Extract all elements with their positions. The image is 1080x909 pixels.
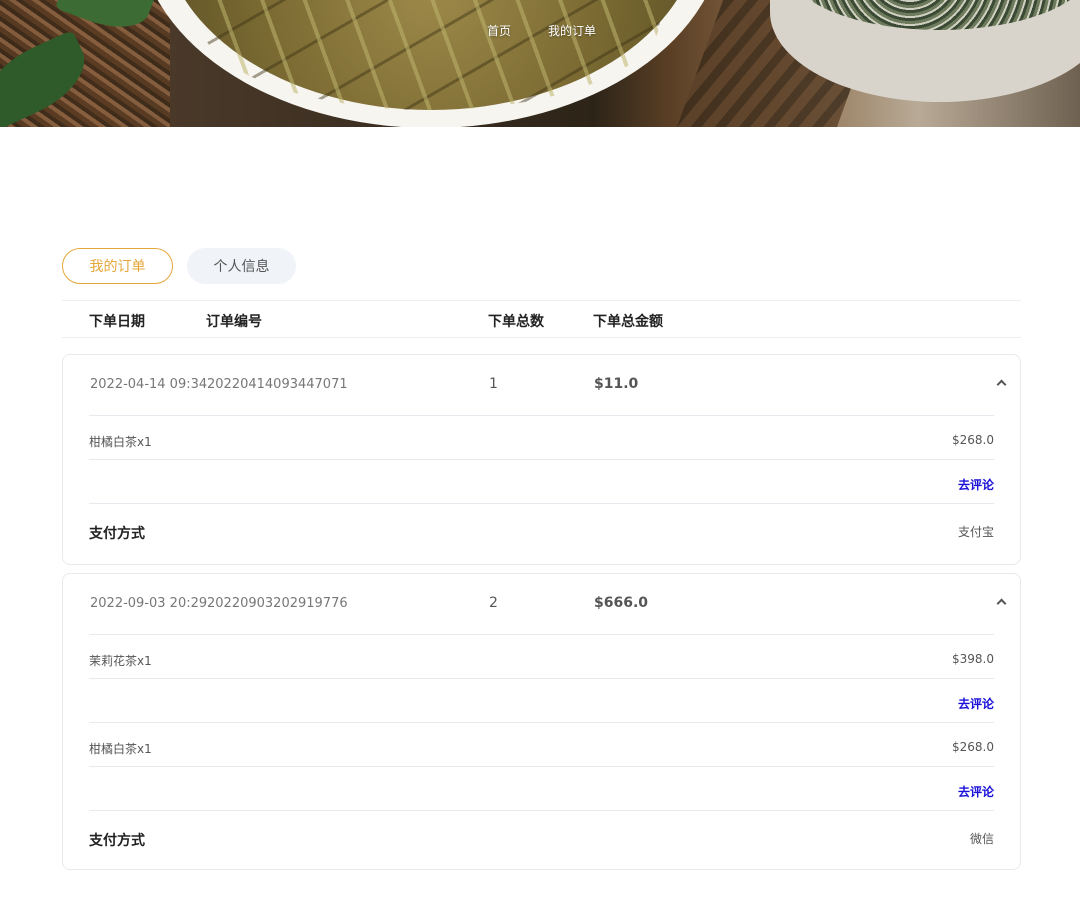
review-row: 去评论 bbox=[89, 459, 994, 503]
item-name: 茉莉花茶x1 bbox=[89, 654, 152, 668]
order-summary-row[interactable]: 2022-04-14 09:34 20220414093447071 1 $11… bbox=[63, 355, 1020, 415]
order-date: 2022-09-03 20:29 bbox=[90, 596, 208, 611]
header-order-number: 订单编号 bbox=[206, 314, 262, 330]
review-row: 去评论 bbox=[89, 678, 994, 722]
review-row: 去评论 bbox=[89, 766, 994, 810]
dry-tea-leaves bbox=[790, 0, 1080, 30]
order-count: 2 bbox=[489, 595, 498, 611]
tab-my-orders[interactable]: 我的订单 bbox=[62, 248, 173, 284]
order-item-row: 柑橘白茶x1 $268.0 bbox=[89, 415, 994, 459]
order-summary-row[interactable]: 2022-09-03 20:29 20220903202919776 2 $66… bbox=[63, 574, 1020, 634]
order-count: 1 bbox=[489, 376, 498, 392]
payment-method: 支付宝 bbox=[957, 525, 994, 539]
nav-orders-link[interactable]: 我的订单 bbox=[548, 22, 596, 39]
review-button[interactable]: 去评论 bbox=[958, 695, 994, 712]
orders-table-header: 下单日期 订单编号 下单总数 下单总金额 bbox=[62, 300, 1021, 338]
collapse-chevron-up-icon[interactable] bbox=[996, 377, 1006, 387]
header-order-total: 下单总金额 bbox=[593, 314, 663, 330]
order-total: $11.0 bbox=[594, 376, 639, 392]
payment-row: 支付方式 微信 bbox=[89, 810, 994, 872]
order-card: 2022-09-03 20:29 20220903202919776 2 $66… bbox=[62, 573, 1021, 870]
order-date: 2022-04-14 09:34 bbox=[90, 377, 208, 392]
tab-profile[interactable]: 个人信息 bbox=[187, 248, 296, 284]
top-nav: 首页 我的订单 bbox=[487, 22, 596, 39]
header-order-date: 下单日期 bbox=[89, 314, 145, 330]
order-total: $666.0 bbox=[594, 595, 649, 611]
item-price: $398.0 bbox=[952, 652, 994, 666]
item-name: 柑橘白茶x1 bbox=[89, 742, 152, 756]
payment-label: 支付方式 bbox=[89, 833, 145, 849]
payment-method: 微信 bbox=[969, 832, 994, 846]
header-order-count: 下单总数 bbox=[488, 314, 544, 330]
collapse-chevron-up-icon[interactable] bbox=[996, 596, 1006, 606]
nav-home-link[interactable]: 首页 bbox=[487, 22, 511, 39]
order-number: 20220414093447071 bbox=[207, 377, 348, 392]
review-button[interactable]: 去评论 bbox=[958, 476, 994, 493]
review-button[interactable]: 去评论 bbox=[958, 783, 994, 800]
order-card: 2022-04-14 09:34 20220414093447071 1 $11… bbox=[62, 354, 1021, 565]
item-price: $268.0 bbox=[952, 433, 994, 447]
item-price: $268.0 bbox=[952, 740, 994, 754]
hero-banner: 首页 我的订单 bbox=[0, 0, 1080, 127]
order-item-row: 柑橘白茶x1 $268.0 bbox=[89, 722, 994, 766]
account-tabs: 我的订单 个人信息 bbox=[62, 248, 296, 284]
item-name: 柑橘白茶x1 bbox=[89, 435, 152, 449]
order-number: 20220903202919776 bbox=[207, 596, 348, 611]
payment-label: 支付方式 bbox=[89, 526, 145, 542]
order-item-row: 茉莉花茶x1 $398.0 bbox=[89, 634, 994, 678]
payment-row: 支付方式 支付宝 bbox=[89, 503, 994, 565]
